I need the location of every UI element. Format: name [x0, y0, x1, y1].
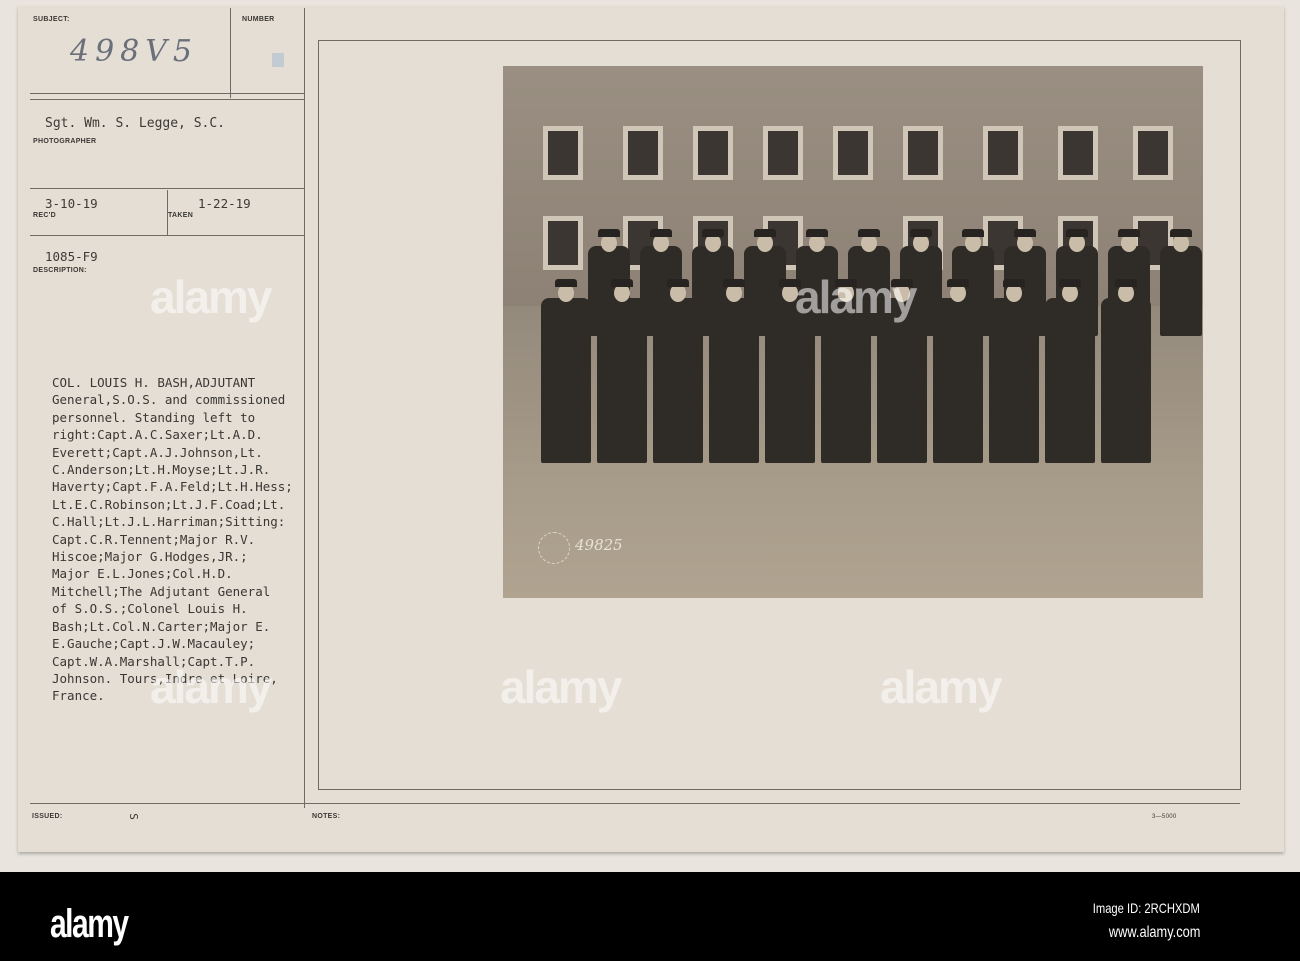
watermark: alamy [500, 661, 622, 713]
seated-officer [1101, 298, 1151, 463]
description-line: Capt.C.R.Tennent;Major R.V. [52, 531, 256, 547]
seated-officer [597, 298, 647, 463]
description-label: DESCRIPTION: [33, 267, 87, 274]
subject-label: SUBJECT: [33, 16, 70, 23]
window [1133, 126, 1173, 180]
seated-officer [933, 298, 983, 463]
description-line: C.Hall;Lt.J.L.Harriman;Sitting: [52, 514, 286, 530]
photo-stamp-number: 49825 [575, 536, 623, 554]
description-line: Mitchell;The Adjutant General [52, 583, 271, 599]
window [763, 126, 803, 180]
window [983, 126, 1023, 180]
officer-cap [1118, 229, 1140, 237]
window [693, 126, 733, 180]
officer-cap [1115, 279, 1137, 287]
taken-label: TAKEN [168, 212, 194, 219]
description-line: Haverty;Capt.F.A.Feld;Lt.H.Hess; [52, 479, 293, 495]
description-line: of S.O.S.;Colonel Louis H. [52, 601, 248, 617]
officer-cap [611, 279, 633, 287]
file-code: 1085-F9 [45, 249, 98, 264]
window [543, 216, 583, 270]
description-line: personnel. Standing left to [52, 409, 256, 425]
officer-cap [1066, 229, 1088, 237]
watermark: alamy [150, 271, 272, 323]
officer-cap [858, 229, 880, 237]
officer-cap [1014, 229, 1036, 237]
seated-officer [653, 298, 703, 463]
notes-label: NOTES: [312, 813, 341, 820]
watermark: alamy [795, 271, 917, 323]
description-text: COL. LOUIS H. BASH,ADJUTANT General,S.O.S… [52, 374, 293, 705]
taken-date: 1-22-19 [198, 196, 251, 211]
description-line: Hiscoe;Major G.Hodges,JR.; [52, 549, 248, 565]
window [833, 126, 873, 180]
description-line: General,S.O.S. and commissioned [52, 392, 286, 408]
issued-label: ISSUED: [32, 813, 63, 820]
received-date: 3-10-19 [45, 196, 98, 211]
officer-cap [650, 229, 672, 237]
number-stamp [272, 53, 284, 67]
officer-cap [555, 279, 577, 287]
number-label: NUMBER [242, 16, 275, 23]
officer-cap [1170, 229, 1192, 237]
seated-officer [989, 298, 1039, 463]
image-id: Image ID: 2RCHXDM [1092, 900, 1200, 916]
window [903, 126, 943, 180]
officer-cap [667, 279, 689, 287]
subject-value: 498V5 [70, 34, 199, 69]
window [1058, 126, 1098, 180]
photographer-name: Sgt. Wm. S. Legge, S.C. [45, 116, 226, 131]
officer-cap [910, 229, 932, 237]
description-line: C.Anderson;Lt.H.Moyse;Lt.J.R. [52, 462, 271, 478]
officer-cap [754, 229, 776, 237]
officer-cap [947, 279, 969, 287]
standing-officer [1160, 246, 1202, 336]
group-photograph: 49825 [503, 66, 1203, 598]
officer-cap [702, 229, 724, 237]
officer-cap [723, 279, 745, 287]
description-line: Lt.E.C.Robinson;Lt.J.F.Coad;Lt. [52, 496, 286, 512]
issued-mark: S [126, 813, 140, 820]
description-line: Major E.L.Jones;Col.H.D. [52, 566, 233, 582]
seated-officer [541, 298, 591, 463]
site-url: www.alamy.com [1108, 924, 1200, 941]
photographer-label: PHOTOGRAPHER [33, 138, 97, 145]
window [543, 126, 583, 180]
officer-cap [1003, 279, 1025, 287]
description-line: right:Capt.A.C.Saxer;Lt.A.D. [52, 427, 263, 443]
description-line: COL. LOUIS H. BASH,ADJUTANT [52, 375, 256, 390]
alamy-logo: alamy [50, 902, 129, 946]
watermark: alamy [880, 661, 1002, 713]
signal-corps-seal [538, 532, 570, 564]
seated-officer [1045, 298, 1095, 463]
window [623, 126, 663, 180]
watermark: alamy [150, 661, 272, 713]
description-line: Everett;Capt.A.J.Johnson,Lt. [52, 444, 263, 460]
description-line: Bash;Lt.Col.N.Carter;Major E. [52, 618, 271, 634]
officer-cap [962, 229, 984, 237]
officer-cap [806, 229, 828, 237]
officer-cap [598, 229, 620, 237]
officer-cap [1059, 279, 1081, 287]
description-line: E.Gauche;Capt.J.W.Macauley; [52, 636, 256, 652]
stock-footer: alamy Image ID: 2RCHXDM www.alamy.com [0, 872, 1300, 961]
form-code: 3—5000 [1152, 814, 1177, 820]
seated-officer [709, 298, 759, 463]
received-label: REC'D [33, 212, 56, 219]
